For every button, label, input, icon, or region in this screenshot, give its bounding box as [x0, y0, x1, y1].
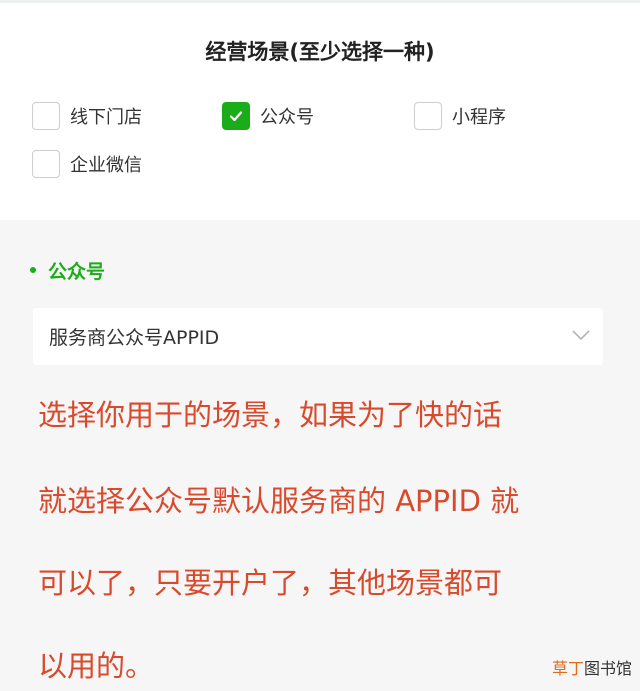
scenario-panel: 经营场景(至少选择一种) 线下门店 公众号 小程序 企业微信 — [0, 0, 640, 220]
checkbox[interactable] — [32, 102, 60, 130]
annotation-line: 以用的。 — [38, 649, 155, 683]
annotation-line: 选择你用于的场景，如果为了快的话 — [38, 398, 503, 432]
scenario-label: 小程序 — [452, 107, 506, 128]
appid-select[interactable]: 服务商公众号APPID — [33, 308, 603, 365]
top-divider — [0, 0, 640, 3]
watermark-part-1: 草丁 — [551, 659, 584, 678]
watermark: 草丁 图书馆 — [552, 655, 632, 679]
scenario-option-wecom[interactable]: 企业微信 — [32, 148, 142, 180]
scenario-option-offline-store[interactable]: 线下门店 — [32, 100, 142, 132]
section-title: 公众号 — [48, 260, 106, 283]
check-icon — [229, 111, 243, 122]
watermark-part-2: 图书馆 — [583, 659, 632, 678]
page-title: 经营场景(至少选择一种) — [205, 40, 435, 64]
scenario-label: 线下门店 — [70, 107, 142, 128]
checkbox-checked[interactable] — [222, 102, 250, 130]
scenario-label: 公众号 — [260, 107, 314, 128]
scenario-label: 企业微信 — [70, 155, 142, 176]
checkbox[interactable] — [32, 150, 60, 178]
scenario-option-official-account[interactable]: 公众号 — [222, 100, 314, 132]
scenario-option-mini-program[interactable]: 小程序 — [414, 100, 506, 132]
checkbox[interactable] — [414, 102, 442, 130]
bullet-dot-icon — [30, 267, 36, 273]
annotation-line: 可以了，只要开户了，其他场景都可 — [38, 566, 503, 600]
chevron-down-icon — [572, 330, 590, 341]
annotation-line: 就选择公众号默认服务商的 APPID 就 — [38, 484, 520, 518]
section-header: 公众号 — [30, 255, 105, 285]
select-value: 服务商公众号APPID — [49, 327, 220, 349]
